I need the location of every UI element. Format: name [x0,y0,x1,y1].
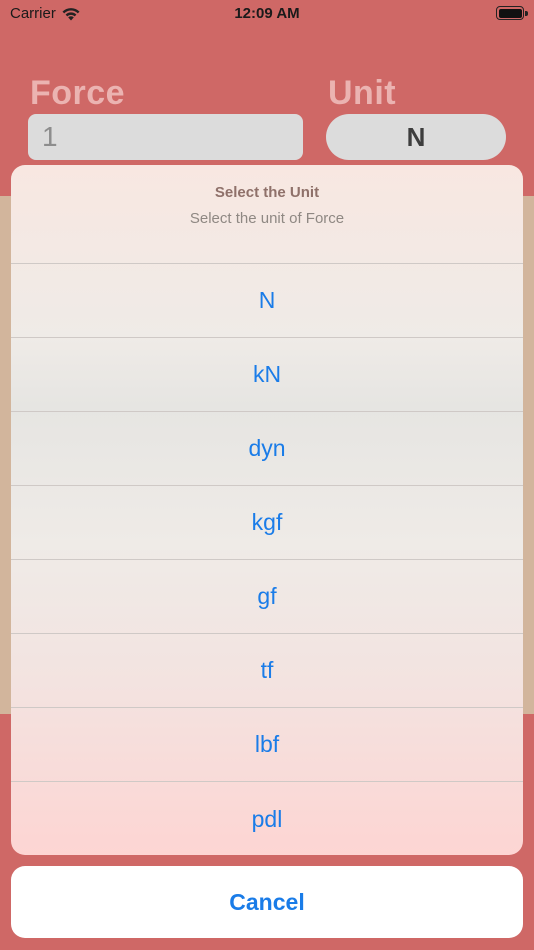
action-sheet-header: Select the Unit Select the unit of Force [11,165,523,264]
unit-action-sheet: Select the Unit Select the unit of Force… [11,165,523,855]
battery-icon [496,6,528,20]
unit-option-tf[interactable]: tf [11,634,523,708]
status-bar: Carrier 12:09 AM [0,0,534,28]
unit-option-dyn[interactable]: dyn [11,412,523,486]
unit-option-kgf[interactable]: kgf [11,486,523,560]
unit-option-pdl[interactable]: pdl [11,782,523,855]
unit-option-kn[interactable]: kN [11,338,523,412]
force-label: Force [30,74,126,112]
cancel-button[interactable]: Cancel [11,866,523,938]
unit-option-gf[interactable]: gf [11,560,523,634]
status-time: 12:09 AM [234,5,300,22]
unit-select-button[interactable]: N [326,114,506,160]
unit-option-lbf[interactable]: lbf [11,708,523,782]
action-sheet-title: Select the Unit [214,184,320,201]
action-sheet-message: Select the unit of Force [189,210,345,227]
unit-option-n[interactable]: N [11,264,523,338]
unit-label: Unit [328,74,397,112]
force-value-input[interactable] [28,114,303,160]
